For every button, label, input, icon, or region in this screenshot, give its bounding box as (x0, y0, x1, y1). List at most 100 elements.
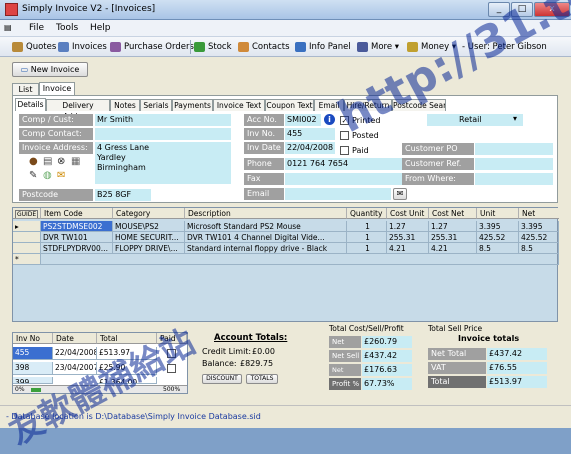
table-cell[interactable]: 8.5 (519, 243, 559, 254)
invoice-items-grid[interactable]: GUIDE Item Code Category Description Qua… (12, 207, 559, 322)
table-cell[interactable]: 455 (13, 347, 53, 360)
delete-icon[interactable]: ⊗ (57, 156, 65, 167)
comp-cust-field[interactable]: Mr Smith (95, 114, 231, 126)
where-from-field[interactable] (475, 173, 553, 185)
info-panel-button[interactable]: Info Panel (295, 40, 351, 54)
pricing-select[interactable]: Retail (427, 114, 523, 126)
table-cell[interactable]: 255.31 (387, 232, 429, 243)
more-button[interactable]: More ▾ (357, 40, 399, 54)
table-cell[interactable]: FLOPPY DRIVE\... (113, 243, 185, 254)
header-description[interactable]: Description (185, 208, 347, 219)
comp-contact-field[interactable] (95, 128, 231, 140)
table-cell[interactable]: 399 (13, 377, 53, 384)
inv-date-field[interactable]: 22/04/2008 (285, 142, 335, 154)
table-cell[interactable]: 255.31 (429, 232, 477, 243)
phone-field[interactable]: 0121 764 7654 (285, 158, 405, 170)
vat-value: £76.55 (487, 362, 547, 374)
table-cell[interactable]: 4.21 (387, 243, 429, 254)
table-cell[interactable]: DVR TW101 4 Channel Digital Vide... (185, 232, 347, 243)
menu-help[interactable]: Help (90, 23, 111, 33)
table-cell[interactable]: 22/04/2008 (53, 347, 97, 360)
contacts-button[interactable]: Contacts (238, 40, 290, 54)
acc-no-field[interactable]: SMI002 (285, 114, 321, 126)
progress-min-label: 0% (15, 386, 25, 393)
info-icon[interactable]: i (324, 114, 335, 125)
header-net[interactable]: Net (519, 208, 559, 219)
row-indicator[interactable] (13, 232, 41, 243)
table-cell[interactable]: 398 (13, 362, 53, 375)
table-cell[interactable]: 3.395 (477, 221, 519, 232)
table-cell[interactable]: 1 (347, 243, 387, 254)
table-cell[interactable]: 4.21 (429, 243, 477, 254)
tab-delivery-address[interactable]: Delivery Address (46, 99, 110, 121)
table-cell[interactable]: HOME SECURIT... (113, 232, 185, 243)
fax-field[interactable] (285, 173, 405, 185)
chevron-down-icon[interactable]: ▾ (513, 114, 517, 123)
globe-icon[interactable]: ◍ (43, 170, 52, 181)
person-icon[interactable]: ● (29, 156, 38, 167)
tab-invoice[interactable]: Invoice (39, 82, 75, 95)
inv-date-label: Inv Date (244, 142, 284, 154)
totals-button[interactable]: TOTALS (246, 374, 278, 384)
table-cell[interactable]: 1 (347, 232, 387, 243)
tab-details[interactable]: Details (15, 98, 46, 111)
row-indicator[interactable] (13, 243, 41, 254)
tab-serials[interactable]: Serials (140, 99, 172, 111)
header-cost-net[interactable]: Cost Net (429, 208, 477, 219)
table-cell[interactable]: 1 (347, 221, 387, 232)
customer-po-field[interactable] (475, 143, 553, 155)
copy-icon[interactable]: ▦ (71, 156, 80, 167)
discount-button[interactable]: DISCOUNT (202, 374, 242, 384)
tab-coupon-text[interactable]: Coupon Text (265, 99, 314, 111)
envelope-icon[interactable]: ✉ (57, 170, 65, 181)
header-inv-no[interactable]: Inv No (13, 333, 53, 344)
table-cell[interactable]: 425.52 (477, 232, 519, 243)
comp-contact-label: Comp Contact: (19, 128, 93, 140)
menu-file[interactable]: File (29, 23, 44, 33)
header-item-code[interactable]: Item Code (41, 208, 113, 219)
header-cost-unit[interactable]: Cost Unit (387, 208, 429, 219)
table-cell[interactable]: MOUSE\PS2 (113, 221, 185, 232)
invoice-address-field[interactable]: 4 Gress Lane Yardley Birmingham (95, 142, 231, 184)
guide-button[interactable]: GUIDE (13, 208, 41, 219)
stock-button[interactable]: Stock (194, 40, 232, 54)
postcode-field[interactable]: B25 8GF (95, 189, 151, 201)
customer-ref-field[interactable] (475, 158, 553, 170)
tab-payments[interactable]: Payments (172, 99, 213, 111)
net-profit-label: Net Profit (329, 364, 361, 386)
quotes-button[interactable]: Quotes (12, 40, 56, 54)
paid-checkbox[interactable] (340, 146, 349, 155)
header-quantity[interactable]: Quantity (347, 208, 387, 219)
balance-label: Balance: (202, 359, 237, 368)
table-cell[interactable]: 8.5 (477, 243, 519, 254)
table-cell[interactable]: 425.52 (519, 232, 559, 243)
table-cell[interactable]: Microsoft Standard PS2 Mouse (185, 221, 347, 232)
row-indicator[interactable]: ▸ (13, 221, 41, 232)
email-field[interactable] (285, 188, 391, 200)
header-date[interactable]: Date (53, 333, 97, 344)
invoices-button[interactable]: Invoices (58, 40, 107, 54)
inv-no-field[interactable]: 455 (285, 128, 335, 140)
table-cell[interactable]: STDFLPYDRV00... (41, 243, 113, 254)
card-icon[interactable]: ▤ (43, 156, 52, 167)
purchase-orders-button[interactable]: Purchase Orders (110, 40, 194, 54)
vat-label: VAT (428, 362, 486, 374)
tab-invoice-text[interactable]: Invoice Text (213, 99, 265, 111)
header-unit[interactable]: Unit (477, 208, 519, 219)
new-row-indicator[interactable]: * (13, 254, 41, 265)
tab-notes[interactable]: Notes (110, 99, 140, 111)
new-row[interactable] (41, 254, 559, 265)
table-cell[interactable]: 1.27 (429, 221, 477, 232)
table-cell[interactable]: 3.395 (519, 221, 559, 232)
table-cell[interactable]: DVR TW101 (41, 232, 113, 243)
table-cell[interactable]: Standard internal floppy drive - Black (185, 243, 347, 254)
tab-list[interactable]: List (12, 83, 39, 95)
new-invoice-button[interactable]: ▭ New Invoice (12, 62, 88, 77)
header-category[interactable]: Category (113, 208, 185, 219)
send-email-button[interactable]: ✉ (393, 188, 407, 200)
pencil-icon[interactable]: ✎ (29, 170, 37, 181)
table-cell[interactable]: PS2STDMSE002 (41, 221, 113, 232)
email-label: Email (244, 188, 284, 200)
table-cell[interactable]: 1.27 (387, 221, 429, 232)
menu-tools[interactable]: Tools (56, 23, 78, 33)
